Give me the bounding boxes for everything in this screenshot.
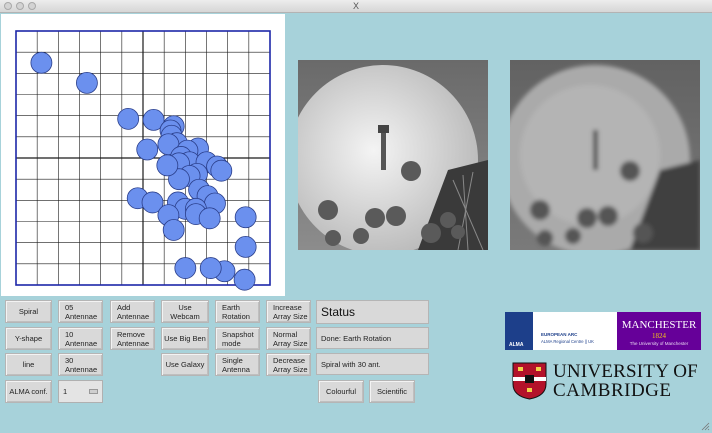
antenna-marker[interactable] (198, 207, 221, 230)
decrease-array-size-button[interactable]: Decrease Array Size (266, 353, 311, 376)
single-antenna-button[interactable]: Single Antenna (215, 353, 260, 376)
earth-rotation-button[interactable]: Earth Rotation (215, 300, 260, 323)
alma-config-dropdown[interactable]: 1 (58, 380, 103, 403)
add-antennae-button[interactable]: Add Antennae (110, 300, 155, 323)
alma-manchester-logo: ALMA EUROPEAN ARC ALMA Regional Centre |… (505, 312, 701, 350)
alma-conf-button[interactable]: ALMA conf. (5, 380, 52, 403)
increase-array-size-button[interactable]: Increase Array Size (266, 300, 311, 323)
antenna-marker[interactable] (234, 206, 257, 229)
antenna-marker[interactable] (156, 154, 179, 177)
spiral-button[interactable]: Spiral (5, 300, 52, 323)
telescope-dish-original-image (298, 60, 488, 250)
antenna-marker[interactable] (234, 235, 257, 258)
dropdown-arrow-icon (89, 389, 98, 394)
status-message: Done: Earth Rotation (316, 327, 429, 349)
antenna-marker[interactable] (210, 159, 233, 182)
remove-antennae-button[interactable]: Remove Antennae (110, 327, 155, 350)
30-antennae-button[interactable]: 30 Antennae (58, 353, 103, 376)
colourful-button[interactable]: Colourful (318, 380, 364, 403)
cambridge-shield-icon (512, 362, 547, 400)
manchester-logo: MANCHESTER 1824 The University of Manche… (617, 312, 701, 350)
resize-grip-icon[interactable] (701, 422, 710, 431)
manchester-logo-name: MANCHESTER (621, 319, 697, 331)
scientific-button[interactable]: Scientific (369, 380, 415, 403)
antenna-array-panel[interactable] (1, 14, 285, 296)
status-configuration: Spiral with 30 ant. (316, 353, 429, 375)
antenna-marker[interactable] (199, 257, 222, 279)
window-title: X (352, 1, 359, 11)
telescope-dish-reconstructed-image (510, 60, 700, 250)
antenna-marker[interactable] (76, 71, 98, 94)
reconstructed-image (510, 60, 700, 250)
alma-logo-mark: ALMA (505, 312, 533, 350)
cambridge-logo-line2: CAMBRIDGE (553, 380, 672, 401)
use-webcam-button[interactable]: Use Webcam (161, 300, 209, 323)
antenna-marker[interactable] (174, 257, 197, 279)
use-big-ben-button[interactable]: Use Big Ben (161, 327, 209, 350)
dropdown-value: 1 (63, 387, 68, 396)
antenna-marker[interactable] (136, 138, 159, 161)
antenna-array-plot[interactable] (1, 14, 285, 296)
alma-logo-line1: EUROPEAN ARC (541, 332, 578, 337)
normal-array-size-button[interactable]: Normal Array Size (266, 327, 311, 350)
manchester-logo-subtitle: The University of Manchester (629, 341, 689, 346)
original-image (298, 60, 488, 250)
snapshot-mode-button[interactable]: Snapshot mode (215, 327, 260, 350)
05-antennae-button[interactable]: 05 Antennae (58, 300, 103, 323)
window-titlebar: X (0, 0, 712, 13)
cambridge-logo: UNIVERSITY OF CAMBRIDGE (510, 360, 698, 402)
y-shape-button[interactable]: Y-shape (5, 327, 52, 350)
status-title: Status (316, 300, 429, 324)
antenna-marker[interactable] (233, 268, 256, 291)
10-antennae-button[interactable]: 10 Antennae (58, 327, 103, 350)
antenna-marker[interactable] (30, 51, 53, 74)
antenna-marker[interactable] (117, 107, 140, 130)
alma-mark-text: ALMA (509, 342, 524, 348)
alma-logo-line2: ALMA Regional Centre || UK (541, 339, 594, 344)
use-galaxy-button[interactable]: Use Galaxy (161, 353, 209, 376)
line-button[interactable]: line (5, 353, 52, 376)
manchester-logo-year: 1824 (652, 332, 666, 340)
antenna-marker[interactable] (162, 219, 185, 241)
